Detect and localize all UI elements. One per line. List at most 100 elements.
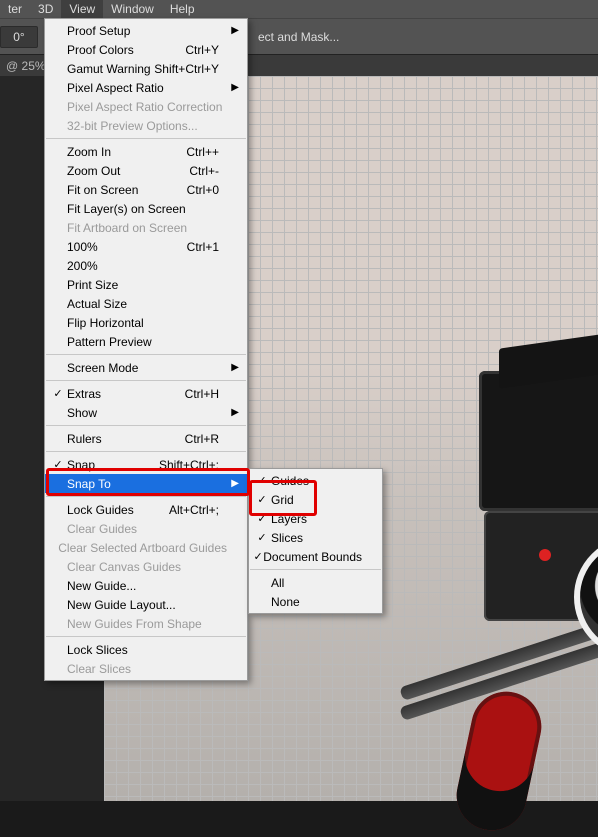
checkmark-icon: ✓ xyxy=(253,531,271,544)
menu-item-label: Lock Guides xyxy=(67,503,134,517)
menu-item-shortcut: Ctrl+1 xyxy=(187,240,219,254)
menu-item-shortcut: Ctrl+R xyxy=(185,432,219,446)
angle-input[interactable]: 0° xyxy=(0,26,38,48)
view-item-gamut-warning[interactable]: Gamut WarningShift+Ctrl+Y xyxy=(45,59,247,78)
view-item-lock-slices[interactable]: Lock Slices xyxy=(45,640,247,659)
menubar: ter 3D View Window Help xyxy=(0,0,598,18)
menu-item-label: Screen Mode xyxy=(67,361,138,375)
menu-item-label: Show xyxy=(67,406,97,420)
view-item-proof-setup[interactable]: Proof Setup▶ xyxy=(45,21,247,40)
view-item-clear-selected-artboard-guides: Clear Selected Artboard Guides xyxy=(45,538,247,557)
submenu-arrow-icon: ▶ xyxy=(231,362,239,373)
view-item-screen-mode[interactable]: Screen Mode ▶ xyxy=(45,358,247,377)
view-item-rulers[interactable]: Rulers Ctrl+R xyxy=(45,429,247,448)
menu-item-label: Grid xyxy=(271,493,294,507)
menu-item-shortcut: Ctrl++ xyxy=(186,145,219,159)
menu-item-label: Proof Setup xyxy=(67,24,130,38)
view-item-new-guide[interactable]: New Guide... xyxy=(45,576,247,595)
image-camera-rig xyxy=(424,361,598,761)
view-item-fit-layer-s-on-screen[interactable]: Fit Layer(s) on Screen xyxy=(45,199,247,218)
menu-item-label: None xyxy=(271,595,300,609)
snapto-item-grid[interactable]: ✓Grid xyxy=(249,490,382,509)
view-separator xyxy=(46,354,246,355)
menu-item-label: Flip Horizontal xyxy=(67,316,144,330)
view-item-pixel-aspect-ratio[interactable]: Pixel Aspect Ratio▶ xyxy=(45,78,247,97)
menu-item-shortcut: Shift+Ctrl+; xyxy=(159,458,219,472)
view-item-zoom-in[interactable]: Zoom In Ctrl++ xyxy=(45,142,247,161)
view-separator xyxy=(46,425,246,426)
view-separator xyxy=(46,380,246,381)
select-and-mask-button[interactable]: ect and Mask... xyxy=(258,30,339,44)
menu-item-label: Pattern Preview xyxy=(67,335,152,349)
view-item-snap[interactable]: ✓Snap Shift+Ctrl+; xyxy=(45,455,247,474)
menu-item-label: Snap xyxy=(67,458,95,472)
menu-help[interactable]: Help xyxy=(162,0,203,18)
snapto-item-all[interactable]: All xyxy=(249,573,382,592)
checkmark-icon: ✓ xyxy=(253,512,271,525)
view-item-200[interactable]: 200% xyxy=(45,256,247,275)
menu-item-label: Print Size xyxy=(67,278,118,292)
checkmark-icon: ✓ xyxy=(253,493,271,506)
view-item-zoom-out[interactable]: Zoom OutCtrl+- xyxy=(45,161,247,180)
menu-item-label: Proof Colors xyxy=(67,43,134,57)
view-item-extras[interactable]: ✓ExtrasCtrl+H xyxy=(45,384,247,403)
menu-item-label: Gamut Warning xyxy=(67,62,151,76)
menu-item-label: Fit on Screen xyxy=(67,183,138,197)
view-item-show[interactable]: Show▶ xyxy=(45,403,247,422)
view-item-clear-slices: Clear Slices xyxy=(45,659,247,678)
menu-item-label: New Guides From Shape xyxy=(67,617,202,631)
menu-item-label: Rulers xyxy=(67,432,102,446)
menu-item-shortcut: Ctrl+0 xyxy=(187,183,219,197)
menu-item-label: Document Bounds xyxy=(263,550,362,564)
view-separator xyxy=(46,138,246,139)
menu-item-shortcut: Ctrl+- xyxy=(189,164,219,178)
view-item-100[interactable]: 100%Ctrl+1 xyxy=(45,237,247,256)
checkmark-icon: ✓ xyxy=(253,474,271,487)
menu-item-label: Fit Layer(s) on Screen xyxy=(67,202,186,216)
view-dropdown-menu: Proof Setup▶Proof ColorsCtrl+YGamut Warn… xyxy=(44,18,248,681)
submenu-arrow-icon: ▶ xyxy=(231,478,239,489)
view-item-32-bit-preview-options: 32-bit Preview Options... xyxy=(45,116,247,135)
view-item-pixel-aspect-ratio-correction: Pixel Aspect Ratio Correction xyxy=(45,97,247,116)
snapto-item-guides[interactable]: ✓Guides xyxy=(249,471,382,490)
menu-item-shortcut: Ctrl+Y xyxy=(185,43,219,57)
view-item-fit-on-screen[interactable]: Fit on Screen Ctrl+0 xyxy=(45,180,247,199)
view-item-lock-guides[interactable]: Lock GuidesAlt+Ctrl+; xyxy=(45,500,247,519)
snapto-item-none[interactable]: None xyxy=(249,592,382,611)
menu-item-label: Actual Size xyxy=(67,297,127,311)
checkmark-icon: ✓ xyxy=(49,458,67,471)
view-item-new-guide-layout[interactable]: New Guide Layout... xyxy=(45,595,247,614)
view-item-print-size[interactable]: Print Size xyxy=(45,275,247,294)
snapto-item-document-bounds[interactable]: ✓Document Bounds xyxy=(249,547,382,566)
snapto-item-layers[interactable]: ✓Layers xyxy=(249,509,382,528)
checkmark-icon: ✓ xyxy=(49,387,67,400)
menu-item-shortcut: Shift+Ctrl+Y xyxy=(154,62,219,76)
menu-3d[interactable]: 3D xyxy=(30,0,61,18)
menu-item-label: Pixel Aspect Ratio xyxy=(67,81,164,95)
menu-item-label: Snap To xyxy=(67,477,111,491)
menu-item-label: Pixel Aspect Ratio Correction xyxy=(67,100,222,114)
snapto-item-slices[interactable]: ✓Slices xyxy=(249,528,382,547)
view-item-pattern-preview[interactable]: Pattern Preview xyxy=(45,332,247,351)
view-item-snap-to[interactable]: Snap To ▶ xyxy=(45,474,247,493)
menu-window[interactable]: Window xyxy=(103,0,162,18)
menu-item-label: New Guide Layout... xyxy=(67,598,176,612)
menu-item-label: 32-bit Preview Options... xyxy=(67,119,198,133)
menu-item-label: New Guide... xyxy=(67,579,136,593)
menu-item-label: Zoom In xyxy=(67,145,111,159)
menu-item-label: Lock Slices xyxy=(67,643,128,657)
view-item-clear-canvas-guides: Clear Canvas Guides xyxy=(45,557,247,576)
view-item-clear-guides: Clear Guides xyxy=(45,519,247,538)
menu-item-shortcut: Ctrl+H xyxy=(185,387,219,401)
view-item-flip-horizontal[interactable]: Flip Horizontal xyxy=(45,313,247,332)
view-item-actual-size[interactable]: Actual Size xyxy=(45,294,247,313)
menu-view[interactable]: View xyxy=(61,0,103,18)
menu-item-label: Fit Artboard on Screen xyxy=(67,221,187,235)
view-separator xyxy=(46,451,246,452)
menu-item-label: All xyxy=(271,576,284,590)
menu-item-label: Clear Guides xyxy=(67,522,137,536)
menu-filter[interactable]: ter xyxy=(0,0,30,18)
menu-item-label: Clear Canvas Guides xyxy=(67,560,181,574)
view-item-proof-colors[interactable]: Proof Colors Ctrl+Y xyxy=(45,40,247,59)
view-separator xyxy=(46,496,246,497)
